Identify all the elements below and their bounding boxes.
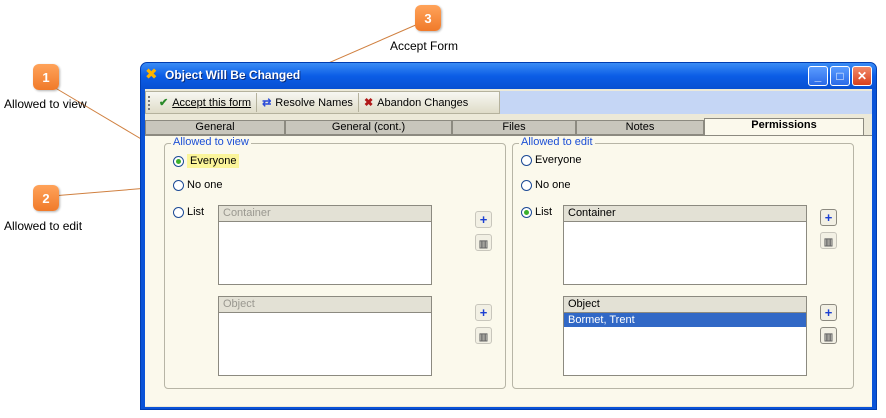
view-list-label: List bbox=[187, 206, 205, 218]
edit-container-list[interactable]: Container bbox=[563, 205, 807, 285]
edit-list-radio[interactable]: List bbox=[521, 206, 552, 218]
view-no-one-radio[interactable]: No one bbox=[173, 179, 222, 191]
edit-everyone-radio[interactable]: Everyone bbox=[521, 154, 581, 166]
radio-checked-icon bbox=[173, 155, 184, 167]
edit-container-add-button[interactable]: + bbox=[820, 209, 837, 226]
dialog-client: ✔ Accept this form ⇄ Resolve Names ✖ Aba… bbox=[145, 89, 872, 407]
tab-files[interactable]: Files bbox=[452, 120, 576, 135]
resolve-names-label: Resolve Names bbox=[275, 96, 353, 109]
view-list-radio[interactable]: List bbox=[173, 206, 204, 218]
allowed-to-view-legend: Allowed to view bbox=[171, 136, 251, 148]
edit-object-header: Object bbox=[564, 297, 806, 313]
abandon-changes-label: Abandon Changes bbox=[377, 96, 469, 109]
callout-3: 3 bbox=[415, 5, 441, 31]
dialog-window: ✖ Object Will Be Changed _ □ ✕ ✔ Accept … bbox=[140, 62, 877, 410]
toolbar: ✔ Accept this form ⇄ Resolve Names ✖ Aba… bbox=[145, 91, 500, 114]
allowed-to-edit-group: Allowed to edit Everyone No one List Con… bbox=[512, 136, 854, 389]
radio-unchecked-icon bbox=[521, 179, 532, 191]
window-title: Object Will Be Changed bbox=[165, 68, 301, 82]
tab-permissions[interactable]: Permissions bbox=[704, 118, 864, 136]
maximize-button[interactable]: □ bbox=[830, 66, 850, 86]
accept-form-button[interactable]: ✔ Accept this form bbox=[154, 93, 258, 112]
view-container-list[interactable]: Container bbox=[218, 205, 432, 285]
title-bar[interactable]: ✖ Object Will Be Changed _ □ ✕ bbox=[141, 63, 876, 89]
edit-object-list[interactable]: Object Bormet, Trent bbox=[563, 296, 807, 376]
toolbar-grip[interactable] bbox=[148, 96, 153, 110]
view-object-list[interactable]: Object bbox=[218, 296, 432, 376]
callout-2: 2 bbox=[33, 185, 59, 211]
view-object-add-button[interactable]: + bbox=[475, 304, 492, 321]
trash-icon: ▥ bbox=[478, 239, 489, 250]
edit-no-one-radio[interactable]: No one bbox=[521, 179, 570, 191]
view-everyone-label: Everyone bbox=[187, 154, 240, 168]
trash-icon: ▥ bbox=[478, 332, 489, 343]
tab-general-cont[interactable]: General (cont.) bbox=[285, 120, 452, 135]
minimize-button[interactable]: _ bbox=[808, 66, 828, 86]
list-item[interactable]: Bormet, Trent bbox=[564, 313, 806, 327]
edit-container-header: Container bbox=[564, 206, 806, 222]
resolve-icon: ⇄ bbox=[262, 97, 272, 109]
callout-1: 1 bbox=[33, 64, 59, 90]
permissions-panel: Allowed to view Everyone No one List Con… bbox=[145, 135, 872, 406]
view-container-add-button[interactable]: + bbox=[475, 211, 492, 228]
edit-object-delete-button[interactable]: ▥ bbox=[820, 327, 837, 344]
tab-general[interactable]: General bbox=[145, 120, 285, 135]
view-object-header: Object bbox=[219, 297, 431, 313]
close-button[interactable]: ✕ bbox=[852, 66, 872, 86]
edit-container-delete-button[interactable]: ▥ bbox=[820, 232, 837, 249]
radio-checked-icon bbox=[521, 206, 532, 218]
tab-strip: General General (cont.) Files Notes Perm… bbox=[145, 118, 872, 136]
abandon-changes-button[interactable]: ✖ Abandon Changes bbox=[359, 93, 473, 112]
trash-icon: ▥ bbox=[823, 237, 834, 248]
check-icon: ✔ bbox=[159, 97, 169, 109]
view-object-delete-button[interactable]: ▥ bbox=[475, 327, 492, 344]
callout-1-label: Allowed to view bbox=[4, 97, 87, 111]
allowed-to-edit-legend: Allowed to edit bbox=[519, 136, 595, 148]
edit-everyone-label: Everyone bbox=[535, 154, 582, 166]
view-no-one-label: No one bbox=[187, 179, 223, 191]
view-container-header: Container bbox=[219, 206, 431, 222]
tools-icon: ✖ bbox=[145, 66, 158, 83]
tab-notes[interactable]: Notes bbox=[576, 120, 704, 135]
trash-icon: ▥ bbox=[823, 332, 834, 343]
edit-list-label: List bbox=[535, 206, 553, 218]
callout-3-label: Accept Form bbox=[390, 39, 459, 53]
allowed-to-view-group: Allowed to view Everyone No one List Con… bbox=[164, 136, 506, 389]
radio-unchecked-icon bbox=[173, 179, 184, 191]
view-everyone-radio[interactable]: Everyone bbox=[173, 154, 240, 168]
callout-2-label: Allowed to edit bbox=[4, 219, 83, 233]
x-icon: ✖ bbox=[363, 97, 374, 109]
radio-unchecked-icon bbox=[521, 154, 532, 166]
radio-unchecked-icon bbox=[173, 206, 184, 218]
edit-no-one-label: No one bbox=[535, 179, 571, 191]
resolve-names-button[interactable]: ⇄ Resolve Names bbox=[257, 93, 359, 112]
view-container-delete-button[interactable]: ▥ bbox=[475, 234, 492, 251]
accept-form-label: Accept this form bbox=[172, 96, 252, 109]
toolbar-band bbox=[500, 91, 872, 114]
edit-object-add-button[interactable]: + bbox=[820, 304, 837, 321]
